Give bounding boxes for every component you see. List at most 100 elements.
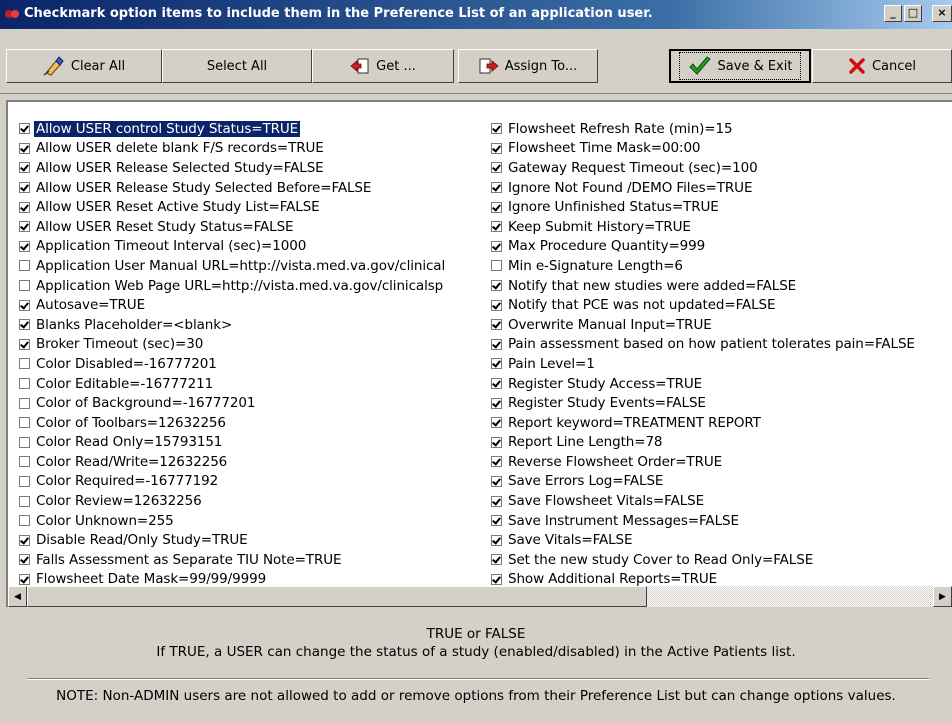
option-item[interactable]: Gateway Request Timeout (sec)=100 [491, 158, 952, 178]
option-checkbox[interactable] [19, 417, 30, 429]
save-exit-button[interactable]: Save & Exit [669, 49, 811, 83]
option-item[interactable]: Allow USER Release Study Selected Before… [19, 178, 495, 198]
option-checkbox[interactable] [491, 417, 502, 429]
option-checkbox[interactable] [19, 378, 30, 390]
option-item[interactable]: Keep Submit History=TRUE [491, 217, 952, 237]
option-checkbox[interactable] [19, 358, 30, 370]
option-checkbox[interactable] [19, 456, 30, 468]
option-item[interactable]: Reverse Flowsheet Order=TRUE [491, 452, 952, 472]
option-checkbox[interactable] [491, 319, 502, 331]
option-item[interactable]: Application Web Page URL=http://vista.me… [19, 276, 495, 296]
option-item[interactable]: Ignore Not Found /DEMO Files=TRUE [491, 178, 952, 198]
option-item[interactable]: Application User Manual URL=http://vista… [19, 256, 495, 276]
scroll-left-arrow-icon[interactable]: ◀ [8, 586, 27, 607]
option-item[interactable]: Save Vitals=FALSE [491, 530, 952, 550]
assign-to-button[interactable]: Assign To... [458, 49, 598, 83]
option-item[interactable]: Overwrite Manual Input=TRUE [491, 315, 952, 335]
option-checkbox[interactable] [491, 240, 502, 252]
option-item[interactable]: Notify that new studies were added=FALSE [491, 276, 952, 296]
option-item[interactable]: Report keyword=TREATMENT REPORT [491, 413, 952, 433]
option-checkbox[interactable] [491, 162, 502, 174]
maximize-button[interactable]: □ [904, 5, 922, 22]
option-checkbox[interactable] [491, 475, 502, 487]
option-checkbox[interactable] [19, 573, 30, 585]
option-checkbox[interactable] [19, 495, 30, 507]
option-checkbox[interactable] [491, 358, 502, 370]
option-checkbox[interactable] [491, 280, 502, 292]
option-item[interactable]: Min e-Signature Length=6 [491, 256, 952, 276]
select-all-button[interactable]: Select All [162, 49, 312, 83]
option-checkbox[interactable] [19, 123, 30, 135]
option-checkbox[interactable] [19, 299, 30, 311]
scrollbar-thumb[interactable] [27, 586, 647, 607]
option-item[interactable]: Color Disabled=-16777201 [19, 354, 495, 374]
option-item[interactable]: Pain assessment based on how patient tol… [491, 335, 952, 355]
option-checkbox[interactable] [19, 260, 30, 272]
option-checkbox[interactable] [19, 280, 30, 292]
option-checkbox[interactable] [491, 299, 502, 311]
option-item[interactable]: Color Required=-16777192 [19, 472, 495, 492]
option-item[interactable]: Broker Timeout (sec)=30 [19, 335, 495, 355]
option-item[interactable]: Falls Assessment as Separate TIU Note=TR… [19, 550, 495, 570]
option-checkbox[interactable] [19, 142, 30, 154]
option-item[interactable]: Set the new study Cover to Read Only=FAL… [491, 550, 952, 570]
option-item[interactable]: Ignore Unfinished Status=TRUE [491, 197, 952, 217]
option-checkbox[interactable] [19, 240, 30, 252]
option-item[interactable]: Allow USER Reset Study Status=FALSE [19, 217, 495, 237]
option-item[interactable]: Color Read Only=15793151 [19, 433, 495, 453]
option-item[interactable]: Flowsheet Refresh Rate (min)=15 [491, 119, 952, 139]
option-checkbox[interactable] [19, 397, 30, 409]
option-item[interactable]: Save Errors Log=FALSE [491, 472, 952, 492]
option-item[interactable]: Allow USER delete blank F/S records=TRUE [19, 139, 495, 159]
option-item[interactable]: Blanks Placeholder=<blank> [19, 315, 495, 335]
option-checkbox[interactable] [19, 319, 30, 331]
option-checkbox[interactable] [19, 182, 30, 194]
option-checkbox[interactable] [491, 554, 502, 566]
option-item[interactable]: Color Editable=-16777211 [19, 374, 495, 394]
option-item[interactable]: Color Review=12632256 [19, 491, 495, 511]
option-checkbox[interactable] [19, 436, 30, 448]
clear-all-button[interactable]: Clear All [6, 49, 162, 83]
option-checkbox[interactable] [19, 221, 30, 233]
option-checkbox[interactable] [491, 573, 502, 585]
cancel-button[interactable]: Cancel [812, 49, 952, 83]
option-checkbox[interactable] [491, 397, 502, 409]
option-item[interactable]: Save Instrument Messages=FALSE [491, 511, 952, 531]
option-checkbox[interactable] [491, 436, 502, 448]
option-item[interactable]: Report Line Length=78 [491, 433, 952, 453]
scroll-right-arrow-icon[interactable]: ▶ [933, 586, 952, 607]
option-checkbox[interactable] [491, 495, 502, 507]
option-item[interactable]: Register Study Events=FALSE [491, 393, 952, 413]
option-checkbox[interactable] [19, 515, 30, 527]
option-item[interactable]: Flowsheet Time Mask=00:00 [491, 139, 952, 159]
option-item[interactable]: Max Procedure Quantity=999 [491, 237, 952, 257]
option-item[interactable]: Color Read/Write=12632256 [19, 452, 495, 472]
get-button[interactable]: Get ... [312, 49, 454, 83]
option-checkbox[interactable] [19, 475, 30, 487]
option-checkbox[interactable] [19, 338, 30, 350]
minimize-button[interactable]: _ [884, 5, 902, 22]
option-checkbox[interactable] [19, 554, 30, 566]
option-checkbox[interactable] [491, 534, 502, 546]
option-item[interactable]: Color Unknown=255 [19, 511, 495, 531]
option-item[interactable]: Save Flowsheet Vitals=FALSE [491, 491, 952, 511]
option-item[interactable]: Color of Toolbars=12632256 [19, 413, 495, 433]
option-checkbox[interactable] [491, 182, 502, 194]
options-checklist[interactable]: Allow USER control Study Status=TRUE Allo… [6, 100, 952, 607]
option-checkbox[interactable] [491, 456, 502, 468]
option-item[interactable]: Pain Level=1 [491, 354, 952, 374]
option-item[interactable]: Color of Background=-16777201 [19, 393, 495, 413]
option-checkbox[interactable] [491, 378, 502, 390]
option-checkbox[interactable] [491, 201, 502, 213]
option-checkbox[interactable] [19, 162, 30, 174]
horizontal-scrollbar[interactable]: ◀ ▶ [8, 586, 952, 607]
option-item[interactable]: Register Study Access=TRUE [491, 374, 952, 394]
close-button[interactable]: × [932, 5, 952, 22]
option-item[interactable]: Disable Read/Only Study=TRUE [19, 530, 495, 550]
option-item[interactable]: Allow USER control Study Status=TRUE [19, 119, 495, 139]
option-item[interactable]: Autosave=TRUE [19, 295, 495, 315]
option-item[interactable]: Allow USER Reset Active Study List=FALSE [19, 197, 495, 217]
option-item[interactable]: Notify that PCE was not updated=FALSE [491, 295, 952, 315]
option-checkbox[interactable] [491, 123, 502, 135]
option-checkbox[interactable] [491, 221, 502, 233]
